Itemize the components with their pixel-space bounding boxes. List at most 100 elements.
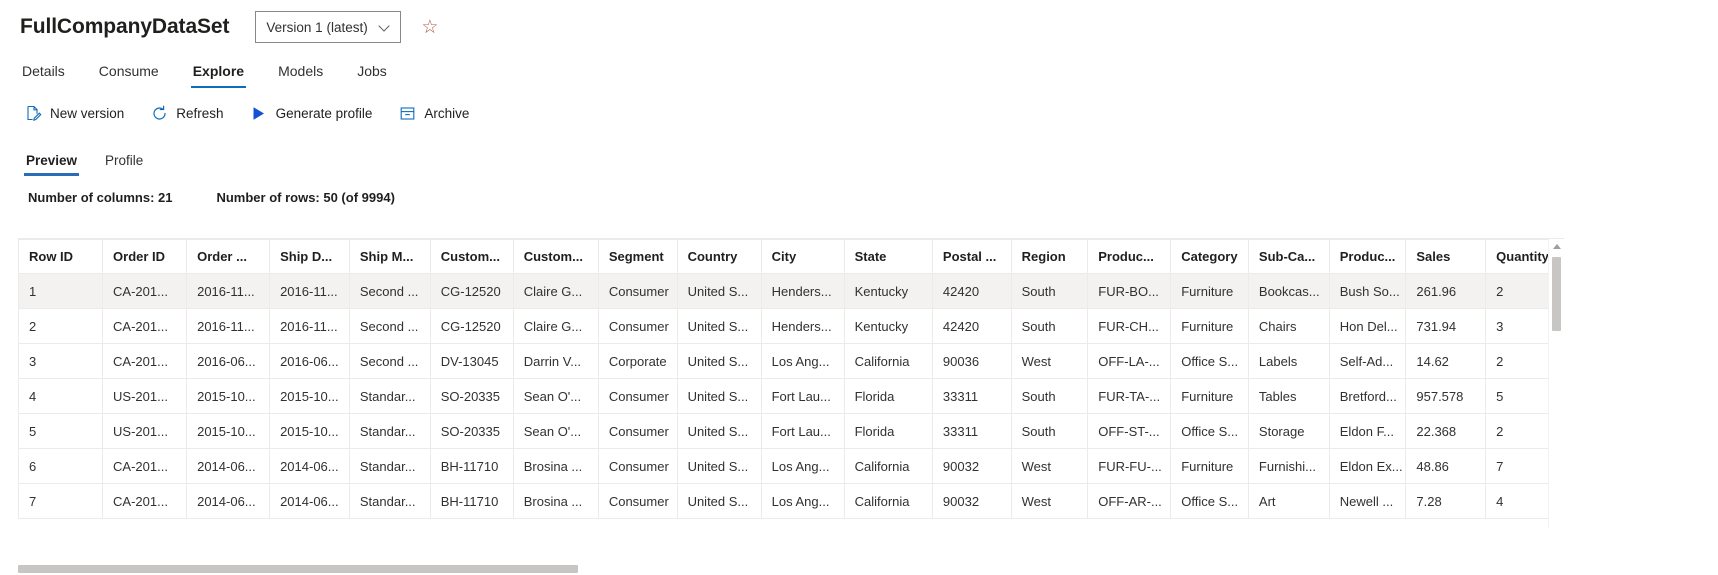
table-cell: CA-201...	[102, 448, 188, 484]
play-icon	[250, 104, 268, 122]
main-tab-bar: Details Consume Explore Models Jobs	[0, 54, 1718, 88]
table-cell: Office S...	[1170, 483, 1249, 519]
table-cell: 90036	[932, 343, 1012, 379]
table-cell: Eldon Ex...	[1329, 448, 1407, 484]
table-cell: 2015-10...	[186, 413, 271, 449]
table-cell: 2015-10...	[269, 378, 350, 414]
table-cell: Standar...	[349, 448, 431, 484]
table-row[interactable]: 5 US-201... 2015-10... 2015-10... Standar...…	[18, 413, 1564, 449]
column-header[interactable]: Custom...	[430, 239, 514, 274]
horizontal-scrollbar[interactable]	[18, 563, 1564, 575]
subtab-profile[interactable]: Profile	[105, 153, 143, 176]
column-header[interactable]: Postal ...	[932, 239, 1012, 274]
table-header-row: Row ID Order ID Order ... Ship D... Ship M..…	[18, 239, 1564, 274]
table-cell: Bretford...	[1329, 378, 1407, 414]
tab-jobs[interactable]: Jobs	[357, 63, 387, 88]
column-header[interactable]: Category	[1170, 239, 1249, 274]
generate-profile-button[interactable]: Generate profile	[250, 104, 372, 122]
column-header[interactable]: Ship M...	[349, 239, 431, 274]
table-cell: 2016-06...	[186, 343, 271, 379]
refresh-button[interactable]: Refresh	[150, 104, 224, 122]
column-header[interactable]: State	[844, 239, 933, 274]
table-cell: South	[1011, 273, 1089, 309]
table-cell: CA-201...	[102, 273, 188, 309]
table-row[interactable]: 6 CA-201... 2014-06... 2014-06... Standar...…	[18, 448, 1564, 484]
table-cell: CG-12520	[430, 308, 514, 344]
table-cell: 90032	[932, 483, 1012, 519]
table-cell: Furniture	[1170, 273, 1249, 309]
table-row[interactable]: 2 CA-201... 2016-11... 2016-11... Second ...…	[18, 308, 1564, 344]
table-cell: FUR-CH...	[1087, 308, 1172, 344]
table-cell: Florida	[844, 413, 933, 449]
table-cell: CG-12520	[430, 273, 514, 309]
table-cell: 2016-06...	[269, 343, 350, 379]
subtab-preview[interactable]: Preview	[23, 153, 80, 176]
column-header[interactable]: Order ID	[102, 239, 188, 274]
column-header[interactable]: Order ...	[186, 239, 271, 274]
tab-details[interactable]: Details	[22, 63, 65, 88]
new-version-button[interactable]: New version	[24, 104, 124, 122]
table-cell: Labels	[1248, 343, 1330, 379]
table-cell: CA-201...	[102, 308, 188, 344]
table-row[interactable]: 4 US-201... 2015-10... 2015-10... Standar...…	[18, 378, 1564, 414]
table-cell: Tables	[1248, 378, 1330, 414]
column-header[interactable]: Ship D...	[269, 239, 350, 274]
archive-button[interactable]: Archive	[398, 104, 469, 122]
vertical-scrollbar-thumb[interactable]	[1552, 257, 1561, 331]
table-cell: FUR-FU-...	[1087, 448, 1172, 484]
table-cell: Kentucky	[844, 308, 933, 344]
horizontal-scrollbar-thumb[interactable]	[18, 565, 578, 573]
new-version-icon	[24, 104, 42, 122]
table-cell: 90032	[932, 448, 1012, 484]
table-row[interactable]: 3 CA-201... 2016-06... 2016-06... Second ...…	[18, 343, 1564, 379]
archive-label: Archive	[424, 105, 470, 121]
version-dropdown[interactable]: Version 1 (latest)	[255, 11, 402, 43]
table-cell: Sean O'...	[513, 378, 599, 414]
star-icon[interactable]: ☆	[421, 18, 438, 37]
table-cell: Consumer	[598, 448, 678, 484]
table-cell: South	[1011, 308, 1089, 344]
table-cell: Consumer	[598, 483, 678, 519]
table-row[interactable]: 1 CA-201... 2016-11... 2016-11... Second ...…	[18, 273, 1564, 309]
column-header[interactable]: Region	[1011, 239, 1089, 274]
table-cell: United S...	[677, 413, 762, 449]
table-cell: Claire G...	[513, 308, 599, 344]
table-cell: Bookcas...	[1248, 273, 1330, 309]
tab-consume[interactable]: Consume	[99, 63, 159, 88]
table-cell: 2016-11...	[269, 308, 350, 344]
table-cell: Corporate	[598, 343, 678, 379]
table-header: Row ID Order ID Order ... Ship D... Ship M..…	[18, 239, 1564, 274]
table-cell: Kentucky	[844, 273, 933, 309]
column-header[interactable]: Country	[677, 239, 762, 274]
tab-explore[interactable]: Explore	[190, 63, 247, 88]
column-header[interactable]: Sales	[1405, 239, 1487, 274]
table-cell: DV-13045	[430, 343, 514, 379]
table-cell: United S...	[677, 273, 762, 309]
command-bar: New version Refresh Generate profile Arc…	[0, 92, 1718, 134]
table-cell: Eldon F...	[1329, 413, 1407, 449]
table-cell: Brosina ...	[513, 483, 599, 519]
table-cell: Office S...	[1170, 413, 1249, 449]
tab-models[interactable]: Models	[278, 63, 323, 88]
table-row[interactable]: 7 CA-201... 2014-06... 2014-06... Standar...…	[18, 483, 1564, 519]
archive-icon	[398, 104, 416, 122]
column-header[interactable]: Produc...	[1087, 239, 1172, 274]
table-cell: California	[844, 483, 933, 519]
column-header[interactable]: Row ID	[18, 239, 104, 274]
table-cell: 2014-06...	[269, 448, 350, 484]
scroll-up-arrow-icon[interactable]	[1553, 244, 1561, 249]
vertical-scrollbar[interactable]	[1548, 239, 1564, 528]
table-cell: Furnishi...	[1248, 448, 1330, 484]
column-header[interactable]: Sub-Ca...	[1248, 239, 1330, 274]
refresh-label: Refresh	[176, 105, 224, 121]
column-header[interactable]: Produc...	[1329, 239, 1407, 274]
table-cell: OFF-AR-...	[1087, 483, 1172, 519]
table-cell: Consumer	[598, 413, 678, 449]
table-cell: SO-20335	[430, 378, 514, 414]
table-cell: FUR-TA-...	[1087, 378, 1172, 414]
column-header[interactable]: Custom...	[513, 239, 599, 274]
column-header[interactable]: Segment	[598, 239, 678, 274]
column-header[interactable]: City	[761, 239, 845, 274]
table-cell: 2014-06...	[186, 448, 271, 484]
table-cell: Art	[1248, 483, 1330, 519]
